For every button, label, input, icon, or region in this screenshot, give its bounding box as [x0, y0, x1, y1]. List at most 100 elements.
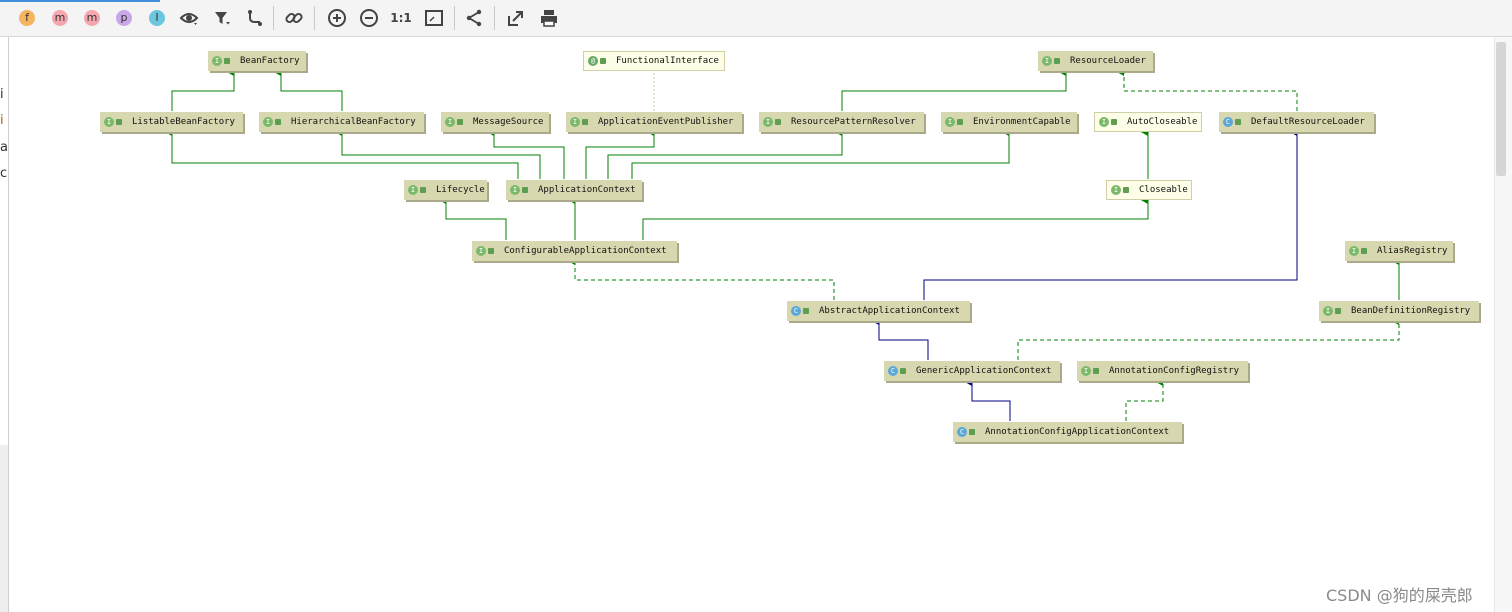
- node-label: Closeable: [1139, 185, 1188, 195]
- node-label: AbstractApplicationContext: [819, 306, 960, 316]
- interface-icon: I: [1111, 185, 1121, 195]
- visibility-icon: [224, 58, 230, 64]
- interface-icon: I: [1323, 306, 1333, 316]
- edge-annotationctx-to-configregistry: [1125, 376, 1164, 421]
- interface-icon: I: [510, 185, 520, 195]
- visibility-icon: [522, 187, 528, 193]
- uml-node-ListableBeanFactory[interactable]: I ListableBeanFactory: [100, 112, 243, 132]
- interface-icon: I: [1349, 246, 1359, 256]
- node-label: DefaultResourceLoader: [1251, 117, 1365, 127]
- interface-icon: I: [1099, 117, 1109, 127]
- edge-annotationctx-to-generic: [963, 376, 1011, 421]
- interface-icon: I: [104, 117, 114, 127]
- class-icon: C: [1223, 117, 1233, 127]
- visibility-icon: [488, 248, 494, 254]
- interface-icon: I: [476, 246, 486, 256]
- scrollbar-thumb[interactable]: [1496, 42, 1506, 176]
- edge-appcontext-to-hierarchical: [333, 126, 541, 179]
- uml-node-EnvironmentCapable[interactable]: I EnvironmentCapable: [941, 112, 1077, 132]
- visibility-icon: [457, 119, 463, 125]
- uml-node-DefaultResourceLoader[interactable]: C DefaultResourceLoader: [1219, 112, 1374, 132]
- visibility-icon: [420, 187, 426, 193]
- interface-icon: I: [945, 117, 955, 127]
- node-label: AutoCloseable: [1127, 117, 1198, 127]
- uml-node-BeanFactory[interactable]: I BeanFactory: [208, 51, 306, 71]
- abstract-class-icon: C: [791, 306, 801, 316]
- node-label: ApplicationEventPublisher: [598, 117, 734, 127]
- visibility-icon: [1093, 368, 1099, 374]
- visibility-icon: [1335, 308, 1341, 314]
- node-label: Lifecycle: [436, 185, 485, 195]
- interface-icon: I: [445, 117, 455, 127]
- uml-node-GenericApplicationContext[interactable]: C GenericApplicationContext: [884, 361, 1060, 381]
- uml-node-ResourceLoader[interactable]: I ResourceLoader: [1038, 51, 1153, 71]
- visibility-icon: [957, 119, 963, 125]
- uml-node-FunctionalInterface[interactable]: @ FunctionalInterface: [583, 51, 725, 71]
- node-label: GenericApplicationContext: [916, 366, 1052, 376]
- edge-defaultresourceloader-to-resourceloader: [1115, 66, 1298, 111]
- visibility-icon: [116, 119, 122, 125]
- node-label: AnnotationConfigApplicationContext: [985, 427, 1170, 437]
- uml-node-ResourcePatternResolver[interactable]: I ResourcePatternResolver: [759, 112, 924, 132]
- node-label: ApplicationContext: [538, 185, 636, 195]
- node-label: EnvironmentCapable: [973, 117, 1071, 127]
- edge-abstract-to-configurable: [566, 255, 835, 300]
- interface-icon: I: [570, 117, 580, 127]
- watermark: CSDN @狗的屎壳郎: [1326, 586, 1473, 605]
- edge-generic-to-abstract: [870, 315, 929, 360]
- edge-configurable-to-lifecycle: [437, 194, 507, 240]
- interface-icon: I: [763, 117, 773, 127]
- visibility-icon: [1361, 248, 1367, 254]
- uml-node-MessageSource[interactable]: I MessageSource: [441, 112, 549, 132]
- node-label: ResourcePatternResolver: [791, 117, 916, 127]
- annotation-icon: @: [588, 56, 598, 66]
- visibility-icon: [803, 308, 809, 314]
- node-label: HierarchicalBeanFactory: [291, 117, 416, 127]
- diagram-edges: [163, 66, 1400, 421]
- node-label: FunctionalInterface: [616, 56, 719, 66]
- node-label: ConfigurableApplicationContext: [504, 246, 667, 256]
- node-label: AliasRegistry: [1377, 246, 1448, 256]
- edge-appcontext-to-patternresolver: [607, 126, 843, 179]
- node-label: ListableBeanFactory: [132, 117, 235, 127]
- visibility-icon: [582, 119, 588, 125]
- interface-icon: I: [1042, 56, 1052, 66]
- uml-node-AnnotationConfigApplicationContext[interactable]: C AnnotationConfigApplicationContext: [953, 422, 1182, 442]
- interface-icon: I: [1081, 366, 1091, 376]
- visibility-icon: [275, 119, 281, 125]
- interface-icon: I: [212, 56, 222, 66]
- node-label: AnnotationConfigRegistry: [1109, 366, 1240, 376]
- node-label: BeanFactory: [240, 56, 300, 66]
- node-label: ResourceLoader: [1070, 56, 1146, 66]
- interface-icon: I: [408, 185, 418, 195]
- visibility-icon: [900, 368, 906, 374]
- uml-node-ApplicationEventPublisher[interactable]: I ApplicationEventPublisher: [566, 112, 742, 132]
- uml-node-AnnotationConfigRegistry[interactable]: I AnnotationConfigRegistry: [1077, 361, 1248, 381]
- uml-node-BeanDefinitionRegistry[interactable]: I BeanDefinitionRegistry: [1319, 301, 1479, 321]
- edge-hierarchical-to-beanfactory: [272, 66, 343, 111]
- visibility-icon: [969, 429, 975, 435]
- node-label: BeanDefinitionRegistry: [1351, 306, 1471, 316]
- visibility-icon: [1235, 119, 1241, 125]
- uml-node-Closeable[interactable]: I Closeable: [1106, 180, 1192, 200]
- visibility-icon: [775, 119, 781, 125]
- uml-node-HierarchicalBeanFactory[interactable]: I HierarchicalBeanFactory: [259, 112, 424, 132]
- interface-icon: I: [263, 117, 273, 127]
- uml-node-AliasRegistry[interactable]: I AliasRegistry: [1345, 241, 1453, 261]
- uml-node-ConfigurableApplicationContext[interactable]: I ConfigurableApplicationContext: [472, 241, 677, 261]
- edge-abstract-to-defaultresourceloader: [923, 126, 1298, 300]
- uml-node-AutoCloseable[interactable]: I AutoCloseable: [1094, 112, 1202, 132]
- node-label: MessageSource: [473, 117, 544, 127]
- edge-listable-to-beanfactory: [171, 66, 235, 111]
- edge-patternresolver-to-resourceloader: [841, 66, 1067, 111]
- visibility-icon: [1123, 187, 1129, 193]
- class-icon: C: [888, 366, 898, 376]
- uml-node-Lifecycle[interactable]: I Lifecycle: [404, 180, 487, 200]
- uml-node-AbstractApplicationContext[interactable]: C AbstractApplicationContext: [787, 301, 970, 321]
- visibility-icon: [600, 58, 606, 64]
- uml-node-ApplicationContext[interactable]: I ApplicationContext: [506, 180, 642, 200]
- edge-configurable-to-closeable: [642, 194, 1149, 240]
- class-icon: C: [957, 427, 967, 437]
- edge-generic-to-beandefregistry: [1017, 315, 1400, 360]
- visibility-icon: [1111, 119, 1117, 125]
